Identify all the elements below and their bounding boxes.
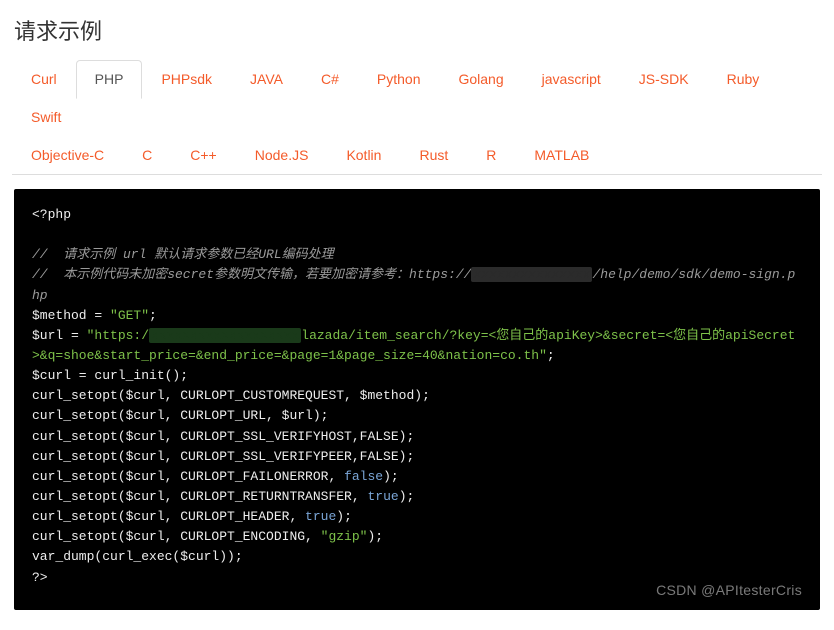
tab-rust[interactable]: Rust <box>400 136 467 174</box>
section-title: 请求示例 <box>14 14 822 46</box>
tab-java[interactable]: JAVA <box>231 60 302 98</box>
tab-php[interactable]: PHP <box>76 60 143 99</box>
tab-r[interactable]: R <box>467 136 515 174</box>
tab-swift[interactable]: Swift <box>12 98 80 136</box>
code-close: ?> <box>32 570 48 585</box>
tab-golang[interactable]: Golang <box>439 60 522 98</box>
code-line-url: $url = "https:/xxxxxxxxxxxxxxxxxxxlazada… <box>32 328 795 363</box>
tab-phpsdk[interactable]: PHPsdk <box>142 60 231 98</box>
tab-kotlin[interactable]: Kotlin <box>327 136 400 174</box>
tab-objc[interactable]: Objective-C <box>12 136 123 174</box>
tab-c[interactable]: C <box>123 136 171 174</box>
code-line-opt6: curl_setopt($curl, CURLOPT_RETURNTRANSFE… <box>32 489 414 504</box>
tab-python[interactable]: Python <box>358 60 440 98</box>
code-line-exec: var_dump(curl_exec($curl)); <box>32 549 243 564</box>
code-line-opt4: curl_setopt($curl, CURLOPT_SSL_VERIFYPEE… <box>32 449 414 464</box>
watermark-text: CSDN @APItesterCris <box>656 580 802 602</box>
tab-javascript[interactable]: javascript <box>523 60 620 98</box>
code-line-opt2: curl_setopt($curl, CURLOPT_URL, $url); <box>32 408 328 423</box>
code-block: <?php // 请求示例 url 默认请求参数已经URL编码处理 // 本示例… <box>14 189 820 610</box>
code-open: <?php <box>32 207 71 222</box>
tab-nodejs[interactable]: Node.JS <box>236 136 328 174</box>
tab-row-1: Curl PHP PHPsdk JAVA C# Python Golang ja… <box>12 60 822 136</box>
tab-jssdk[interactable]: JS-SDK <box>620 60 708 98</box>
tab-cpp[interactable]: C++ <box>171 136 235 174</box>
tab-csharp[interactable]: C# <box>302 60 358 98</box>
tab-matlab[interactable]: MATLAB <box>515 136 608 174</box>
tab-curl[interactable]: Curl <box>12 60 76 98</box>
code-line-opt3: curl_setopt($curl, CURLOPT_SSL_VERIFYHOS… <box>32 429 414 444</box>
code-line-opt7: curl_setopt($curl, CURLOPT_HEADER, true)… <box>32 509 352 524</box>
tab-ruby[interactable]: Ruby <box>708 60 779 98</box>
code-line-opt5: curl_setopt($curl, CURLOPT_FAILONERROR, … <box>32 469 399 484</box>
tab-row-2: Objective-C C C++ Node.JS Kotlin Rust R … <box>12 136 822 174</box>
code-comment-2: // 本示例代码未加密secret参数明文传输，若要加密请参考：https://… <box>32 267 795 302</box>
language-tabs: Curl PHP PHPsdk JAVA C# Python Golang ja… <box>12 60 822 175</box>
code-line-init: $curl = curl_init(); <box>32 368 188 383</box>
code-comment-1: // 请求示例 url 默认请求参数已经URL编码处理 <box>32 247 334 262</box>
code-line-opt8: curl_setopt($curl, CURLOPT_ENCODING, "gz… <box>32 529 383 544</box>
code-line-method: $method = "GET"; <box>32 308 157 323</box>
code-line-opt1: curl_setopt($curl, CURLOPT_CUSTOMREQUEST… <box>32 388 430 403</box>
